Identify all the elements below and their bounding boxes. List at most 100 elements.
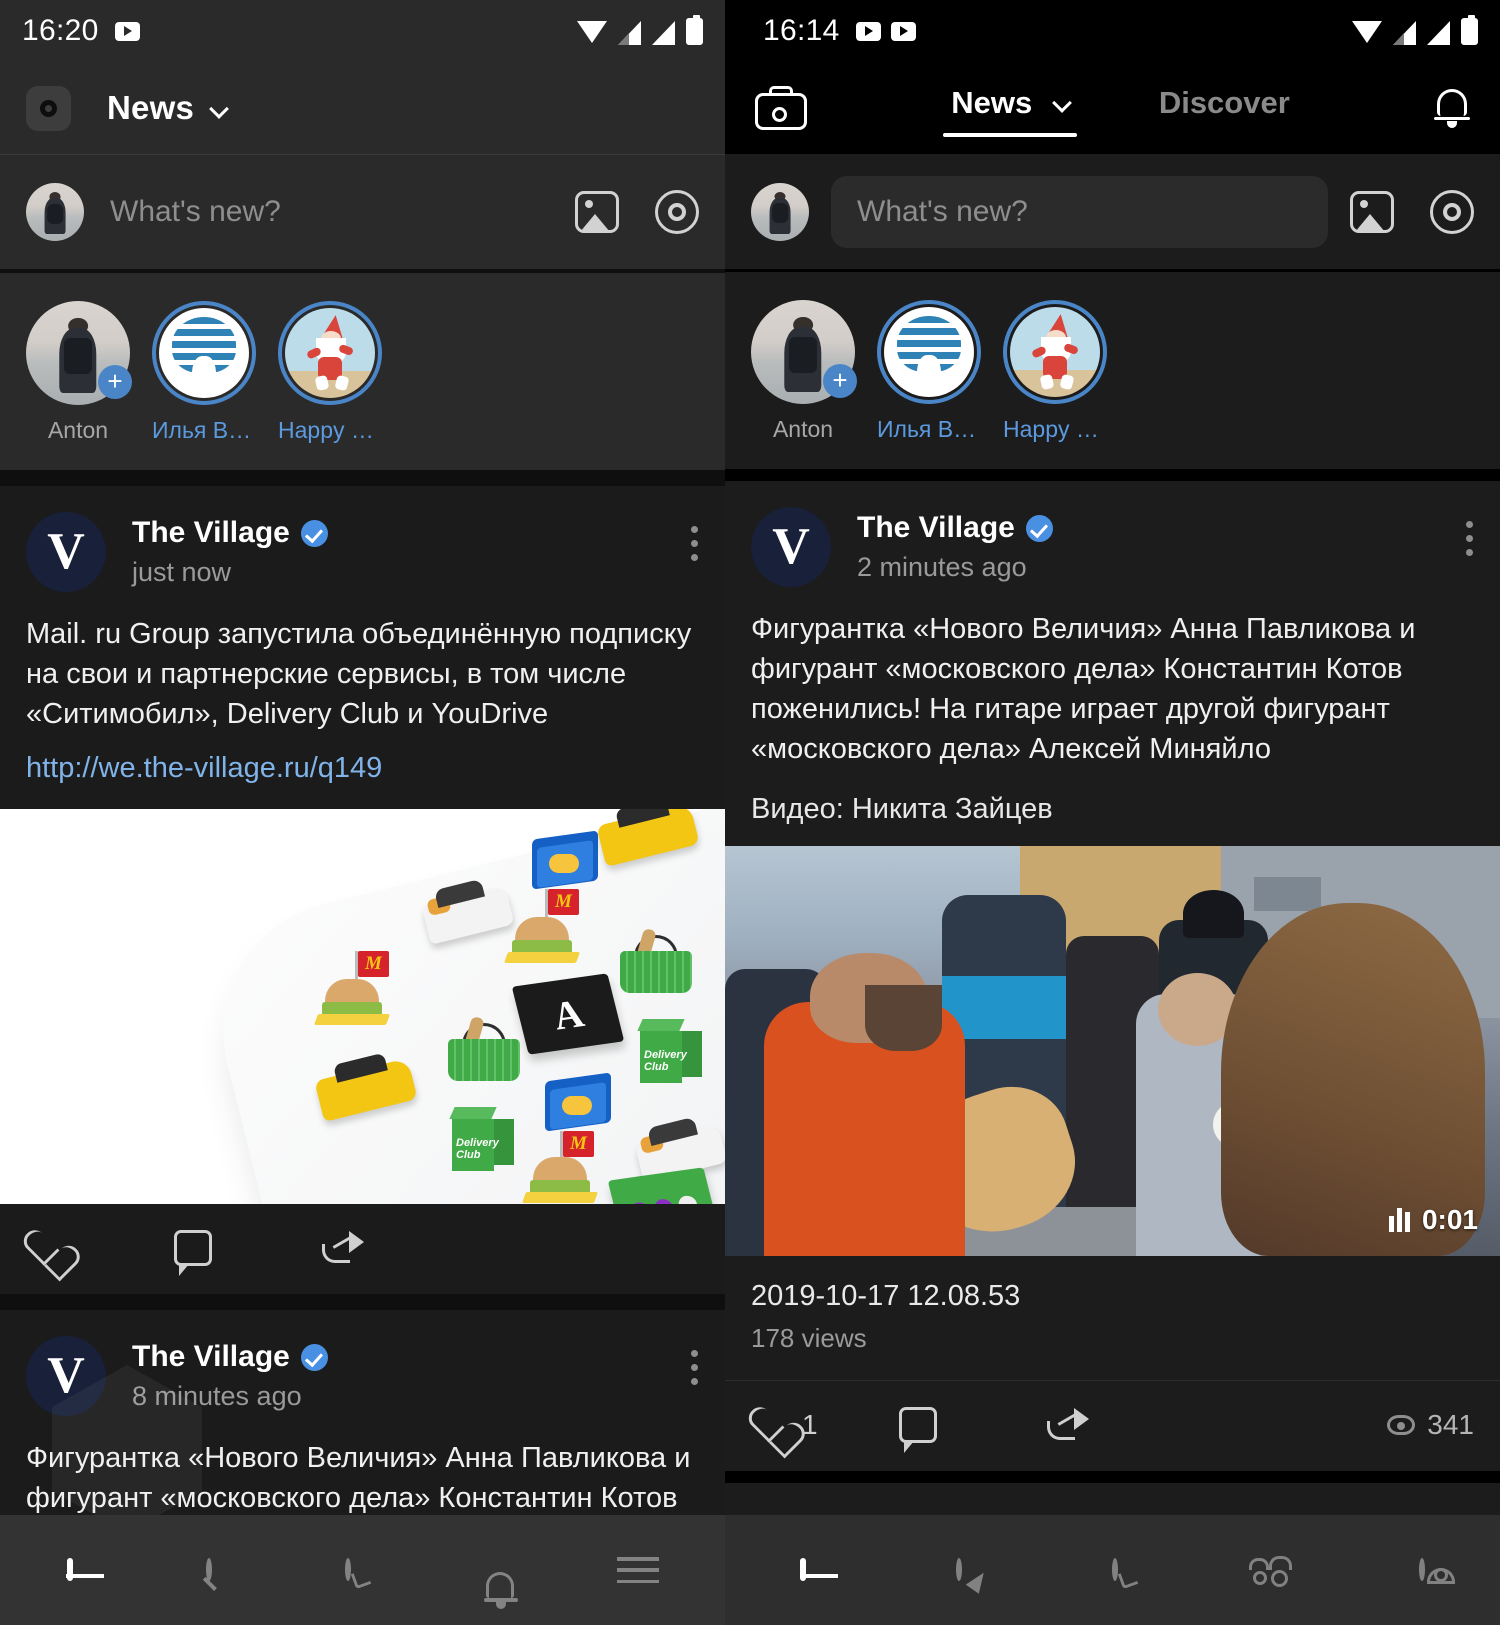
verified-badge-icon	[300, 519, 328, 547]
cloud-folder-object	[532, 830, 598, 890]
post-actions-right: 1 341	[725, 1380, 1500, 1471]
post-author[interactable]: The Village	[857, 511, 1053, 545]
composer-actions	[575, 190, 699, 234]
post-card: V The Village just now Mail. ru Group за…	[0, 486, 725, 1294]
post-timestamp: 8 minutes ago	[132, 1381, 302, 1412]
story-item[interactable]: Илья Варл…	[877, 300, 981, 443]
feed-right: V The Village 2 minutes ago Фигурантка «…	[725, 481, 1500, 1544]
status-notification-icons	[855, 21, 916, 41]
tab-discover[interactable]: Discover	[1159, 85, 1290, 131]
post-video-thumbnail[interactable]: 0:01	[725, 846, 1500, 1257]
story-item[interactable]: Happy Santa	[278, 301, 382, 444]
stories-row-right: + Anton Илья Варл… Happy Santa	[725, 269, 1500, 469]
nav-search-icon[interactable]	[205, 1558, 212, 1581]
post-more-options-icon[interactable]	[691, 1336, 699, 1386]
camera-icon[interactable]	[26, 85, 71, 131]
post-more-options-icon[interactable]	[691, 512, 699, 561]
avatar[interactable]: V	[26, 1336, 106, 1417]
tab-news-label: News	[951, 85, 1033, 120]
nav-feed-icon[interactable]	[66, 1558, 73, 1581]
wifi-icon	[1352, 20, 1382, 45]
section-divider	[725, 469, 1500, 481]
post-more-options-icon[interactable]	[1466, 507, 1474, 556]
post-timestamp: 2 minutes ago	[857, 552, 1027, 582]
post-meta: The Village just now	[132, 512, 328, 588]
post-card: V The Village 8 minutes ago Фигурантка «…	[0, 1310, 725, 1518]
verified-badge-icon	[300, 1343, 328, 1371]
camera-icon[interactable]	[755, 86, 807, 130]
search-input[interactable]: What's new?	[831, 175, 1328, 248]
cloud-folder-object	[545, 1072, 611, 1132]
verified-badge-icon	[1025, 514, 1053, 542]
post-author[interactable]: The Village	[132, 1340, 328, 1374]
target-icon[interactable]	[655, 190, 699, 234]
target-icon[interactable]	[1430, 189, 1474, 234]
share-button[interactable]	[322, 1231, 470, 1265]
top-tabs: News Discover	[943, 85, 1290, 137]
post-author[interactable]: The Village	[132, 516, 328, 550]
news-dropdown[interactable]: News	[107, 89, 230, 127]
status-notification-icons	[114, 21, 140, 41]
avatar[interactable]	[751, 182, 809, 241]
story-label: Илья Варл…	[152, 417, 256, 443]
signal-icon	[618, 20, 641, 45]
post-image-mailru-promo[interactable]: M M A Delivery Club Delivery Club M	[0, 809, 725, 1205]
nav-messages-icon[interactable]	[1112, 1558, 1119, 1581]
photo-icon[interactable]	[575, 191, 619, 233]
composer-placeholder[interactable]: What's new?	[110, 195, 281, 229]
post-link[interactable]: http://we.the-village.ru/q149	[0, 734, 725, 809]
heart-icon	[26, 1231, 64, 1265]
post-author-name: The Village	[857, 511, 1015, 544]
shopping-basket-object	[448, 1015, 520, 1082]
add-story-badge[interactable]: +	[823, 364, 857, 398]
video-guitarist-beard	[864, 985, 942, 1052]
story-avatar	[1010, 307, 1100, 397]
post-text: Фигурантка «Нового Величия» Анна Павлико…	[26, 1442, 691, 1515]
comment-icon	[899, 1407, 937, 1454]
story-avatar	[159, 308, 249, 398]
avatar[interactable]: V	[26, 512, 106, 592]
like-button[interactable]	[26, 1231, 174, 1265]
comment-button[interactable]	[174, 1230, 322, 1277]
photo-icon[interactable]	[1350, 190, 1394, 233]
delivery-club-box-object: Delivery Club	[637, 1017, 702, 1084]
avatar[interactable]: V	[751, 507, 831, 587]
post-timestamp: just now	[132, 557, 232, 587]
story-ring	[278, 301, 382, 405]
feed-left: V The Village just now Mail. ru Group за…	[0, 486, 725, 1519]
burger-object	[521, 1157, 599, 1204]
chevron-down-icon	[1051, 93, 1072, 113]
like-button[interactable]: 1	[751, 1408, 899, 1442]
share-icon	[322, 1231, 364, 1265]
composer-left[interactable]: What's new?	[0, 154, 725, 269]
story-item[interactable]: Happy Santa	[1003, 300, 1107, 443]
view-count-group: 341	[1387, 1409, 1474, 1441]
story-label: Happy Santa	[1003, 416, 1107, 442]
nav-profile-icon[interactable]	[1418, 1558, 1455, 1584]
signal-icon	[1393, 20, 1416, 45]
post-meta: The Village 8 minutes ago	[132, 1336, 328, 1412]
avatar[interactable]	[26, 183, 84, 241]
nav-feed-icon[interactable]	[800, 1558, 807, 1581]
share-icon	[1047, 1408, 1089, 1442]
tab-news[interactable]: News	[943, 85, 1077, 137]
add-story-badge[interactable]: +	[98, 365, 132, 399]
nav-compass-icon[interactable]	[956, 1558, 963, 1581]
bottom-nav-left	[0, 1515, 725, 1625]
story-item[interactable]: + Anton	[26, 301, 132, 444]
story-item[interactable]: Илья Варл…	[152, 301, 256, 444]
page-title: News	[107, 89, 195, 126]
battery-icon	[1461, 14, 1478, 45]
signal-icon	[652, 20, 675, 45]
app-bar-left: News	[0, 62, 725, 154]
story-label: Anton	[47, 417, 109, 443]
nav-menu-icon[interactable]	[616, 1557, 659, 1583]
stories-row-left: + Anton Илья Варл… H	[0, 269, 725, 470]
share-button[interactable]	[1047, 1408, 1195, 1442]
signal-icon	[1427, 20, 1450, 45]
story-item[interactable]: + Anton	[751, 300, 857, 443]
bell-icon[interactable]	[1433, 87, 1470, 129]
nav-messages-icon[interactable]	[344, 1558, 351, 1581]
comment-button[interactable]	[899, 1407, 1047, 1454]
story-ring	[1003, 300, 1107, 404]
